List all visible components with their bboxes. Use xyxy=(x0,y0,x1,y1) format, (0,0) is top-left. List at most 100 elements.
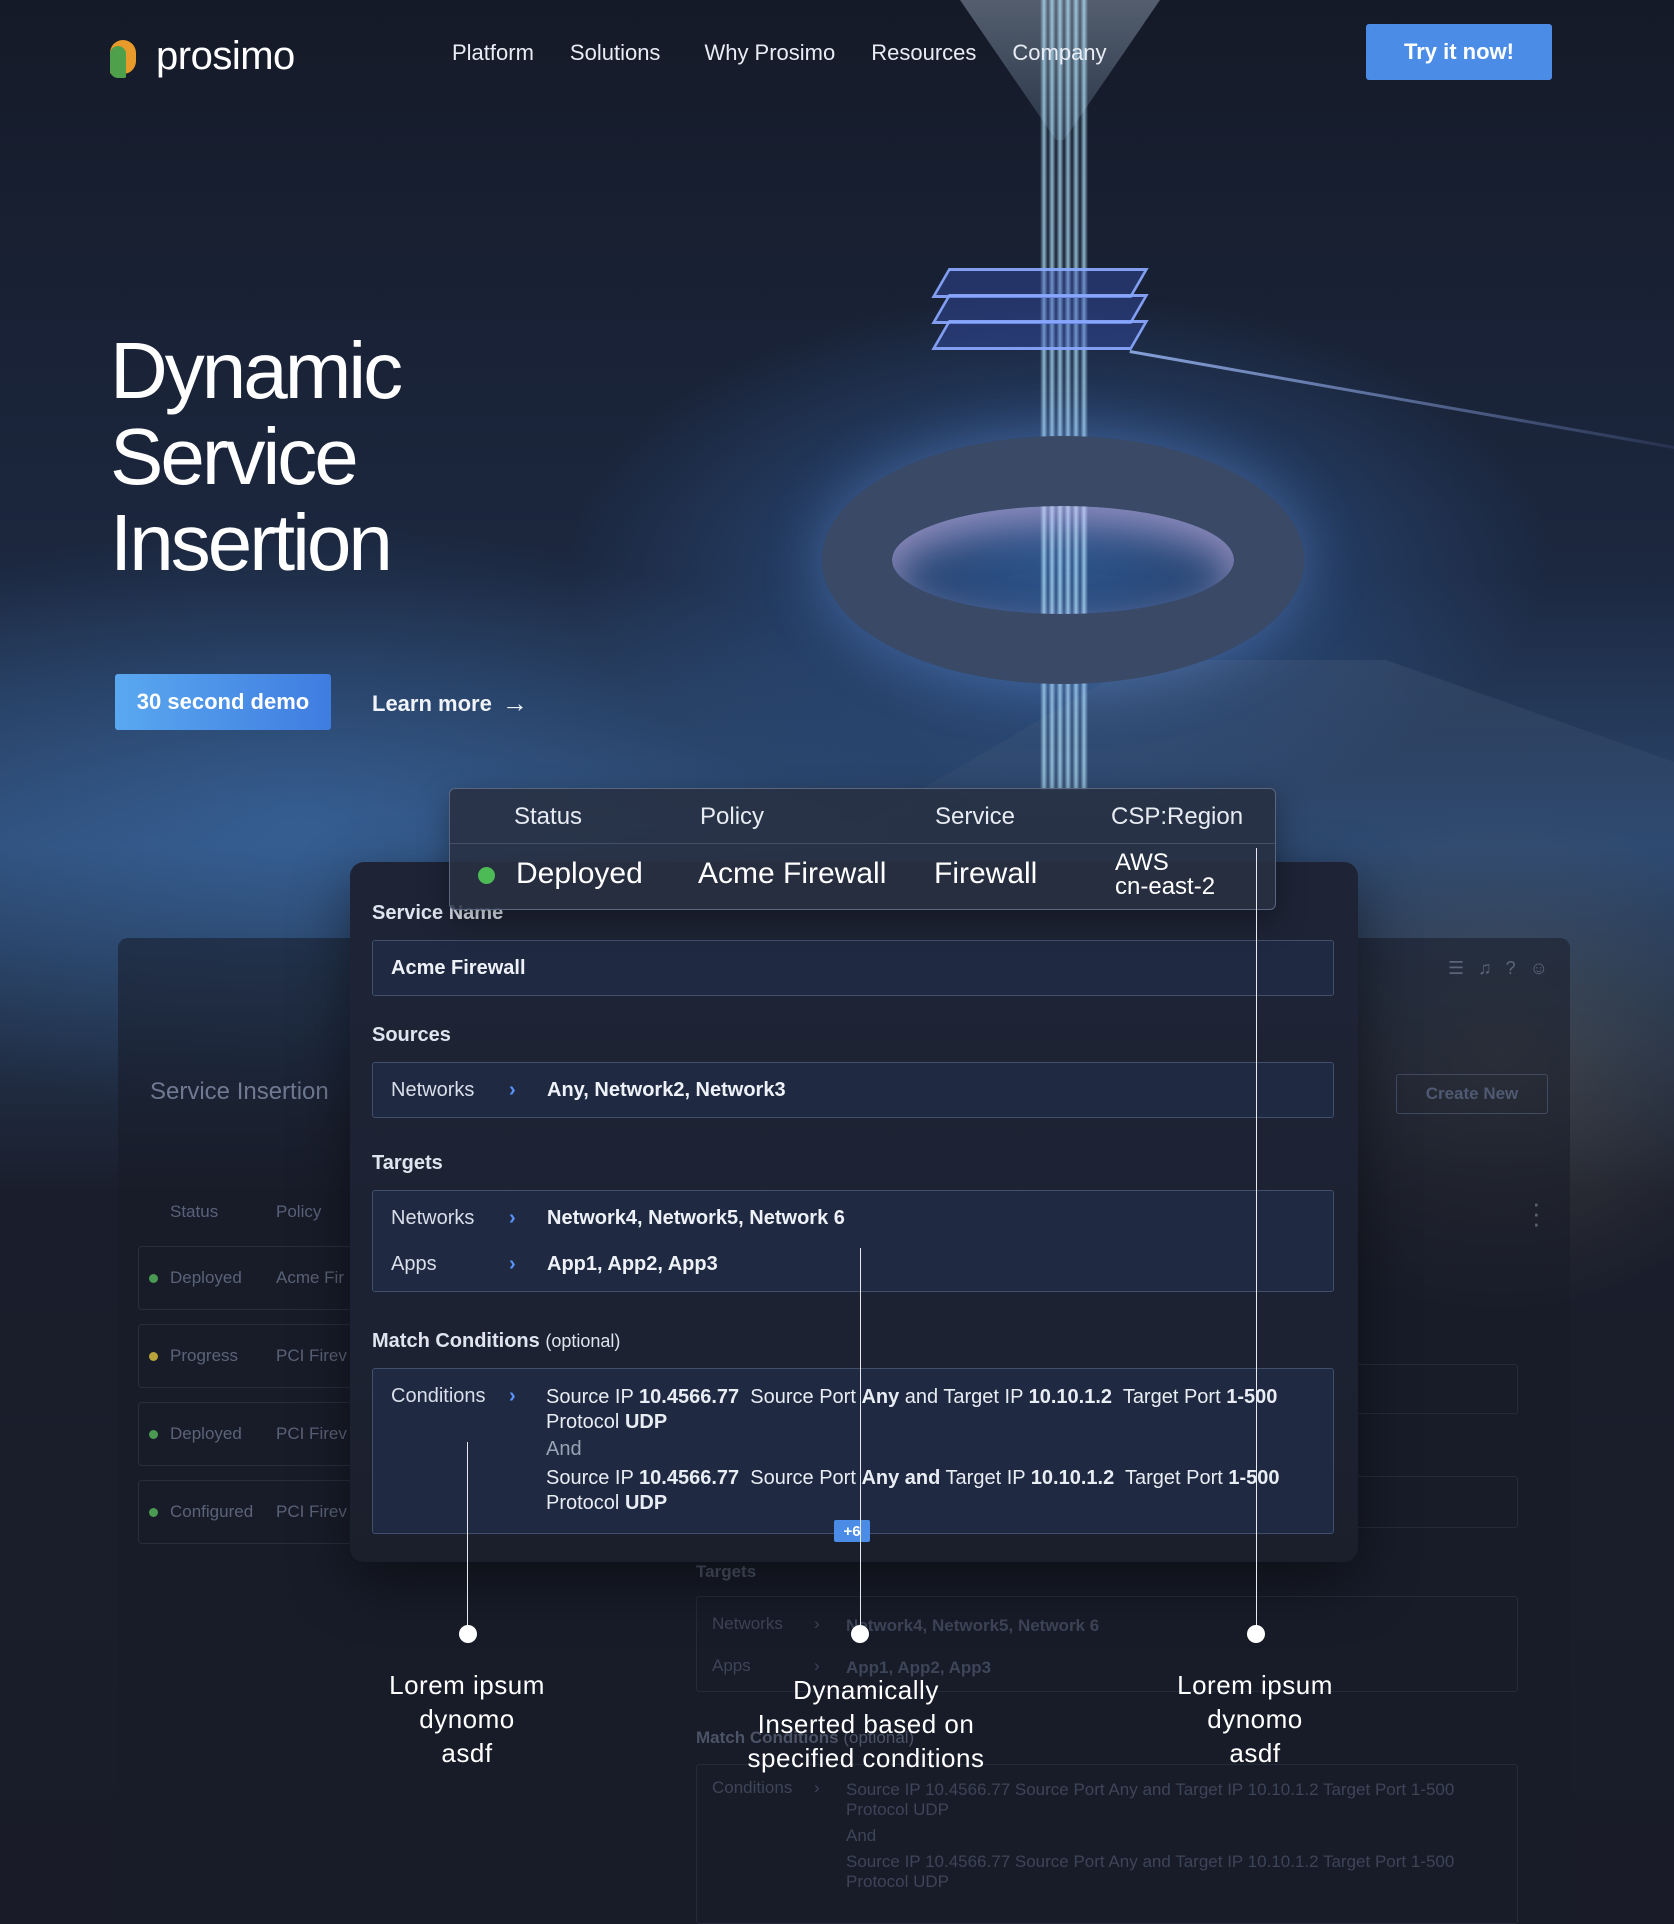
header-csp-region: CSP:Region xyxy=(1111,803,1244,830)
nav-links: Platform Solutions Why Prosimo Resources… xyxy=(452,40,1143,66)
hero-title-line-2: Service xyxy=(110,412,359,501)
more-conditions-badge[interactable]: +6 xyxy=(834,1520,870,1542)
condition-2-line-1: Source IP 10.4566.77 Source Port Any and… xyxy=(546,1466,1280,1491)
src-port-value: Any and xyxy=(861,1467,941,1489)
chevron-right-icon: › xyxy=(509,1253,516,1275)
condition-2-line-2: Protocol UDP xyxy=(546,1491,1280,1516)
status-table: Status Policy Service CSP:Region Deploye… xyxy=(449,788,1276,910)
tgt-port-label: Target Port xyxy=(1124,1467,1223,1489)
match-conditions-title: Match Conditions xyxy=(372,1330,540,1352)
tgt-port-value: 1-500 xyxy=(1226,1386,1278,1408)
ghost-targets-label: Targets xyxy=(696,1562,757,1581)
nav-link-platform[interactable]: Platform xyxy=(452,40,534,66)
row-region: AWS cn-east-2 xyxy=(1115,851,1215,899)
callout-line: Inserted based on xyxy=(757,1709,975,1739)
status-dot xyxy=(149,1273,158,1283)
try-it-now-button[interactable]: Try it now! xyxy=(1366,24,1552,80)
header-status: Status xyxy=(170,1202,219,1221)
arrow-right-icon: → xyxy=(501,688,528,718)
targets-networks-value: Network4, Network5, Network 6 xyxy=(547,1207,845,1229)
row-policy: Acme Fir xyxy=(276,1268,344,1287)
tgt-ip-label: Target IP xyxy=(945,1467,1026,1489)
ghost-networks-value: Network4, Network5, Network 6 xyxy=(846,1616,1100,1635)
tgt-ip-label: Target IP xyxy=(943,1386,1024,1408)
learn-more-label: Learn more xyxy=(372,690,492,716)
hero-title-line-1: Dynamic xyxy=(110,326,403,415)
top-navigation: prosimo Platform Solutions Why Prosimo R… xyxy=(0,0,1674,108)
callout-line: dynomo xyxy=(419,1704,515,1734)
header-policy: Policy xyxy=(276,1202,322,1221)
callout-line: specified conditions xyxy=(747,1743,985,1773)
tgt-port-label: Target Port xyxy=(1122,1386,1221,1408)
sources-label: Sources xyxy=(372,1024,451,1046)
chip-layers-graphic xyxy=(931,268,1160,378)
table-row[interactable]: Deployed Acme Fir xyxy=(138,1246,378,1310)
table-row[interactable]: Configured PCI Firev xyxy=(138,1480,378,1544)
conditions-key: Conditions xyxy=(391,1385,486,1407)
header-policy: Policy xyxy=(700,803,765,830)
list-icon[interactable]: ☰ xyxy=(1448,958,1464,979)
targets-field[interactable]: Networks › Network4, Network5, Network 6… xyxy=(372,1190,1334,1292)
targets-apps-key: Apps xyxy=(391,1253,437,1275)
header-status: Status xyxy=(514,803,583,830)
chevron-right-icon: › xyxy=(814,1614,820,1633)
callout-line-right xyxy=(1256,848,1257,1634)
nav-link-why-prosimo[interactable]: Why Prosimo xyxy=(704,40,835,66)
nav-link-solutions[interactable]: Solutions xyxy=(570,40,661,66)
callout-line: Lorem ipsum xyxy=(1177,1670,1333,1700)
sources-key: Networks xyxy=(391,1079,475,1101)
nav-link-resources[interactable]: Resources xyxy=(871,40,976,66)
brand-logo[interactable]: prosimo xyxy=(110,34,295,79)
sources-value: Any, Network2, Network3 xyxy=(547,1079,786,1101)
service-name-value: Acme Firewall xyxy=(391,957,526,979)
row-service: Firewall xyxy=(934,857,1038,890)
row-status: Deployed xyxy=(170,1424,242,1443)
status-dot xyxy=(149,1351,158,1361)
row-status: Deployed xyxy=(516,857,643,890)
tgt-port-value: 1-500 xyxy=(1228,1467,1280,1489)
create-new-button[interactable]: Create New xyxy=(1396,1074,1548,1114)
demo-button[interactable]: 30 second demo xyxy=(115,674,331,730)
ghost-cond-and: And xyxy=(846,1826,877,1845)
callout-line: Lorem ipsum xyxy=(389,1670,545,1700)
region-name: cn-east-2 xyxy=(1115,873,1216,900)
nav-link-company[interactable]: Company xyxy=(1012,40,1106,66)
table-row[interactable]: Deployed PCI Firev xyxy=(138,1402,378,1466)
ghost-cond-line: Protocol UDP xyxy=(846,1872,949,1891)
chevron-right-icon: › xyxy=(814,1778,820,1797)
help-icon[interactable]: ? xyxy=(1506,958,1516,979)
targets-apps-row: Apps › App1, App2, App3 xyxy=(391,1253,718,1276)
targets-apps-value: App1, App2, App3 xyxy=(547,1253,718,1275)
targets-networks-row: Networks › Network4, Network5, Network 6 xyxy=(391,1207,845,1230)
service-name-field[interactable]: Acme Firewall xyxy=(372,940,1334,996)
targets-label: Targets xyxy=(372,1152,443,1174)
status-dot xyxy=(149,1507,158,1517)
dashboard-title: Service Insertion xyxy=(150,1078,329,1105)
callout-pin-left xyxy=(459,1625,477,1643)
kebab-menu-icon[interactable]: · · · xyxy=(1532,1190,1541,1236)
torus-ring-graphic xyxy=(822,436,1304,684)
ghost-cond-line: Protocol UDP xyxy=(846,1800,949,1819)
callout-line-left xyxy=(467,1442,468,1634)
ghost-cond-line: Source IP 10.4566.77 Source Port Any and… xyxy=(846,1852,1455,1871)
bell-icon[interactable]: ♫ xyxy=(1478,958,1492,979)
src-ip-value: 10.4566.77 xyxy=(639,1467,740,1489)
row-status: Deployed xyxy=(170,1268,242,1287)
row-policy: Acme Firewall xyxy=(698,857,887,890)
callout-left-text: Lorem ipsum dynomo asdf xyxy=(360,1668,574,1770)
user-icon[interactable]: ☺ xyxy=(1530,958,1548,979)
callout-line: dynomo xyxy=(1207,1704,1303,1734)
callout-pin-right xyxy=(1247,1625,1265,1643)
learn-more-link[interactable]: Learn more → xyxy=(372,688,528,719)
sources-field[interactable]: Networks › Any, Network2, Network3 xyxy=(372,1062,1334,1118)
chevron-right-icon: › xyxy=(509,1207,516,1229)
chevron-right-icon: › xyxy=(509,1079,516,1101)
src-port-label: Source Port xyxy=(750,1386,856,1408)
match-conditions-optional: (optional) xyxy=(545,1331,621,1351)
brand-name: prosimo xyxy=(156,34,295,78)
callout-line: asdf xyxy=(1229,1738,1281,1768)
table-row[interactable]: Progress PCI Firev xyxy=(138,1324,378,1388)
protocol-label: Protocol xyxy=(546,1411,620,1433)
chevron-right-icon: › xyxy=(509,1385,516,1407)
row-status: Configured xyxy=(170,1502,254,1521)
